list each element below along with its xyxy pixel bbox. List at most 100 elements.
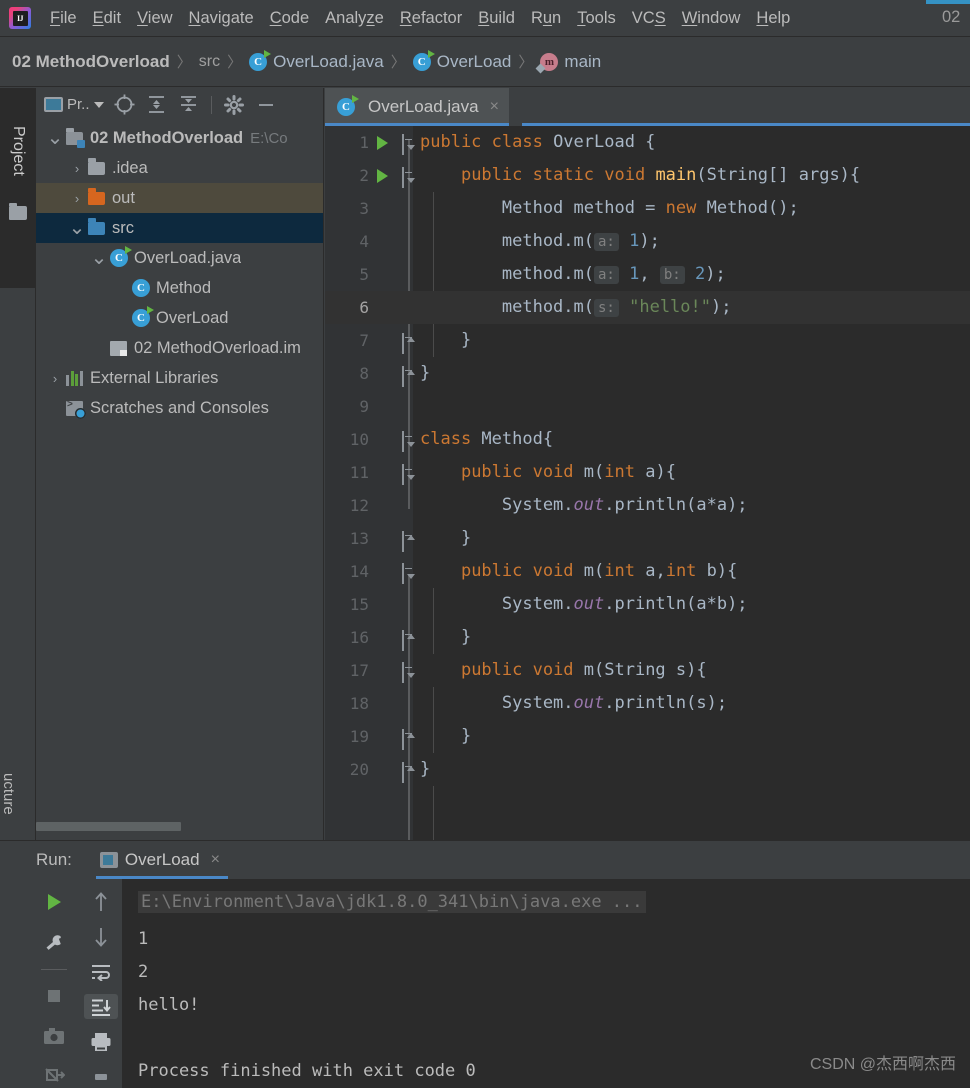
code-fold-icon[interactable]	[402, 531, 416, 552]
code-line[interactable]: 10 class Method{	[325, 423, 970, 456]
tree-node-overload[interactable]: ›COverLoad	[36, 303, 323, 333]
menu-bar: IJ File Edit View Navigate Code Analyze Refact…	[0, 0, 970, 37]
chevron-down-icon[interactable]: ⌄	[44, 128, 66, 148]
run-gutter-icon[interactable]	[377, 136, 388, 150]
code-fold-icon[interactable]	[402, 563, 416, 584]
export-icon[interactable]	[84, 1064, 118, 1088]
menu-item-code[interactable]: Code	[262, 6, 317, 31]
tree-node--idea[interactable]: › .idea	[36, 153, 323, 183]
menu-item-tools[interactable]: Tools	[569, 6, 624, 31]
chevron-down-icon[interactable]: ⌄	[88, 248, 110, 268]
project-view-selector[interactable]: Pr..	[44, 96, 104, 113]
code-line[interactable]: 15 System.out.println(a*b);	[325, 588, 970, 621]
tree-node-external-libraries[interactable]: › External Libraries	[36, 363, 323, 393]
scrollbar-thumb[interactable]	[36, 822, 181, 831]
chevron-right-icon[interactable]: ›	[44, 371, 66, 386]
code-fold-icon[interactable]	[402, 134, 416, 155]
gear-icon[interactable]	[221, 93, 247, 117]
tool-window-button-structure[interactable]: ucture	[0, 750, 36, 840]
code-line[interactable]: 9	[325, 390, 970, 423]
code-fold-icon[interactable]	[402, 662, 416, 683]
menu-item-vcs[interactable]: VCS	[624, 6, 674, 31]
tree-node-path: E:\Co	[250, 129, 288, 147]
code-editor[interactable]: 1 public class OverLoad {2 public static …	[325, 126, 970, 840]
code-fold-icon[interactable]	[402, 366, 416, 387]
stop-icon[interactable]	[37, 984, 71, 1010]
menu-item-help[interactable]: Help	[748, 6, 798, 31]
menu-item-refactor[interactable]: Refactor	[392, 6, 470, 31]
wrench-icon[interactable]	[37, 929, 71, 955]
code-fold-icon[interactable]	[402, 630, 416, 651]
tree-node-02-methodoverload-im[interactable]: ›02 MethodOverload.im	[36, 333, 323, 363]
code-text: class Method{	[420, 429, 554, 449]
menu-item-run[interactable]: Run	[523, 6, 569, 31]
code-line[interactable]: 11 public void m(int a){	[325, 456, 970, 489]
code-fold-icon[interactable]	[402, 167, 416, 188]
tree-node-label: src	[112, 218, 134, 237]
code-line[interactable]: 14 public void m(int a,int b){	[325, 555, 970, 588]
breadcrumb-item-main[interactable]: m main	[540, 52, 601, 72]
chevron-right-icon[interactable]: ›	[66, 161, 88, 176]
code-line[interactable]: 12 System.out.println(a*a);	[325, 489, 970, 522]
run-tab-overload[interactable]: OverLoad ×	[95, 841, 228, 879]
close-icon[interactable]: ×	[211, 851, 220, 869]
breadcrumb-item-overload-java[interactable]: C OverLoad.java	[249, 49, 384, 72]
tree-node-overload-java[interactable]: ⌄ C OverLoad.java	[36, 243, 323, 273]
tree-node-method[interactable]: ›CMethod	[36, 273, 323, 303]
breadcrumb-item-src[interactable]: src	[199, 53, 220, 71]
expand-all-icon[interactable]	[144, 93, 170, 117]
tree-node-scratches-and-consoles[interactable]: ›Scratches and Consoles	[36, 393, 323, 423]
arrow-up-icon[interactable]	[84, 889, 118, 914]
tree-node-label: 02 MethodOverload.im	[134, 338, 301, 357]
code-line[interactable]: 7 }	[325, 324, 970, 357]
code-line[interactable]: 4 method.m(a: 1);	[325, 225, 970, 258]
close-icon[interactable]: ×	[490, 98, 499, 116]
tree-node-src[interactable]: ⌄ src	[36, 213, 323, 243]
code-line[interactable]: 20}	[325, 753, 970, 786]
code-text: public void m(String s){	[460, 660, 707, 680]
breadcrumb-item-02-methodoverload[interactable]: 02 MethodOverload	[12, 52, 170, 72]
code-line[interactable]: 16 }	[325, 621, 970, 654]
minimize-icon[interactable]	[253, 93, 279, 117]
camera-icon[interactable]	[37, 1023, 71, 1049]
tree-node-out[interactable]: › out	[36, 183, 323, 213]
code-fold-icon[interactable]	[402, 464, 416, 485]
run-gutter-icon[interactable]	[377, 169, 388, 183]
code-line[interactable]: 3 Method method = new Method();	[325, 192, 970, 225]
code-fold-icon[interactable]	[402, 762, 416, 783]
menu-item-edit[interactable]: Edit	[85, 6, 129, 31]
code-line[interactable]: 18 System.out.println(s);	[325, 687, 970, 720]
menu-item-window[interactable]: Window	[674, 6, 749, 31]
code-fold-icon[interactable]	[402, 431, 416, 452]
print-icon[interactable]	[84, 1029, 118, 1054]
editor-tab-overload-java[interactable]: C OverLoad.java ×	[325, 88, 509, 126]
chevron-down-icon[interactable]: ⌄	[66, 218, 88, 238]
soft-wrap-icon[interactable]	[84, 959, 118, 984]
menu-item-file[interactable]: File	[42, 6, 85, 31]
code-line[interactable]: 5 method.m(a: 1, b: 2);	[325, 258, 970, 291]
tool-window-button-project[interactable]: Project	[0, 88, 36, 288]
code-line[interactable]: 1 public class OverLoad {	[325, 126, 970, 159]
tree-node-02-methodoverload[interactable]: ⌄ 02 MethodOverload E:\Co	[36, 123, 323, 153]
chevron-right-icon[interactable]: ›	[66, 191, 88, 206]
code-fold-icon[interactable]	[402, 729, 416, 750]
project-tree-hscrollbar[interactable]	[36, 820, 324, 832]
scroll-to-end-icon[interactable]	[84, 994, 118, 1019]
menu-item-build[interactable]: Build	[470, 6, 523, 31]
code-line[interactable]: 17 public void m(String s){	[325, 654, 970, 687]
menu-item-analyze[interactable]: Analyze	[317, 6, 392, 31]
code-line[interactable]: 19 }	[325, 720, 970, 753]
code-line[interactable]: 13 }	[325, 522, 970, 555]
code-line[interactable]: 6 method.m(s: "hello!");	[325, 291, 970, 324]
arrow-down-icon[interactable]	[84, 924, 118, 949]
code-fold-icon[interactable]	[402, 333, 416, 354]
debug-icon[interactable]	[37, 1063, 71, 1088]
collapse-all-icon[interactable]	[176, 93, 202, 117]
menu-item-navigate[interactable]: Navigate	[181, 6, 262, 31]
locate-icon[interactable]	[112, 93, 138, 117]
menu-item-view[interactable]: View	[129, 6, 180, 31]
code-line[interactable]: 8}	[325, 357, 970, 390]
rerun-icon[interactable]	[37, 889, 71, 915]
breadcrumb-item-overload[interactable]: C OverLoad	[412, 49, 511, 72]
code-line[interactable]: 2 public static void main(String[] args)…	[325, 159, 970, 192]
